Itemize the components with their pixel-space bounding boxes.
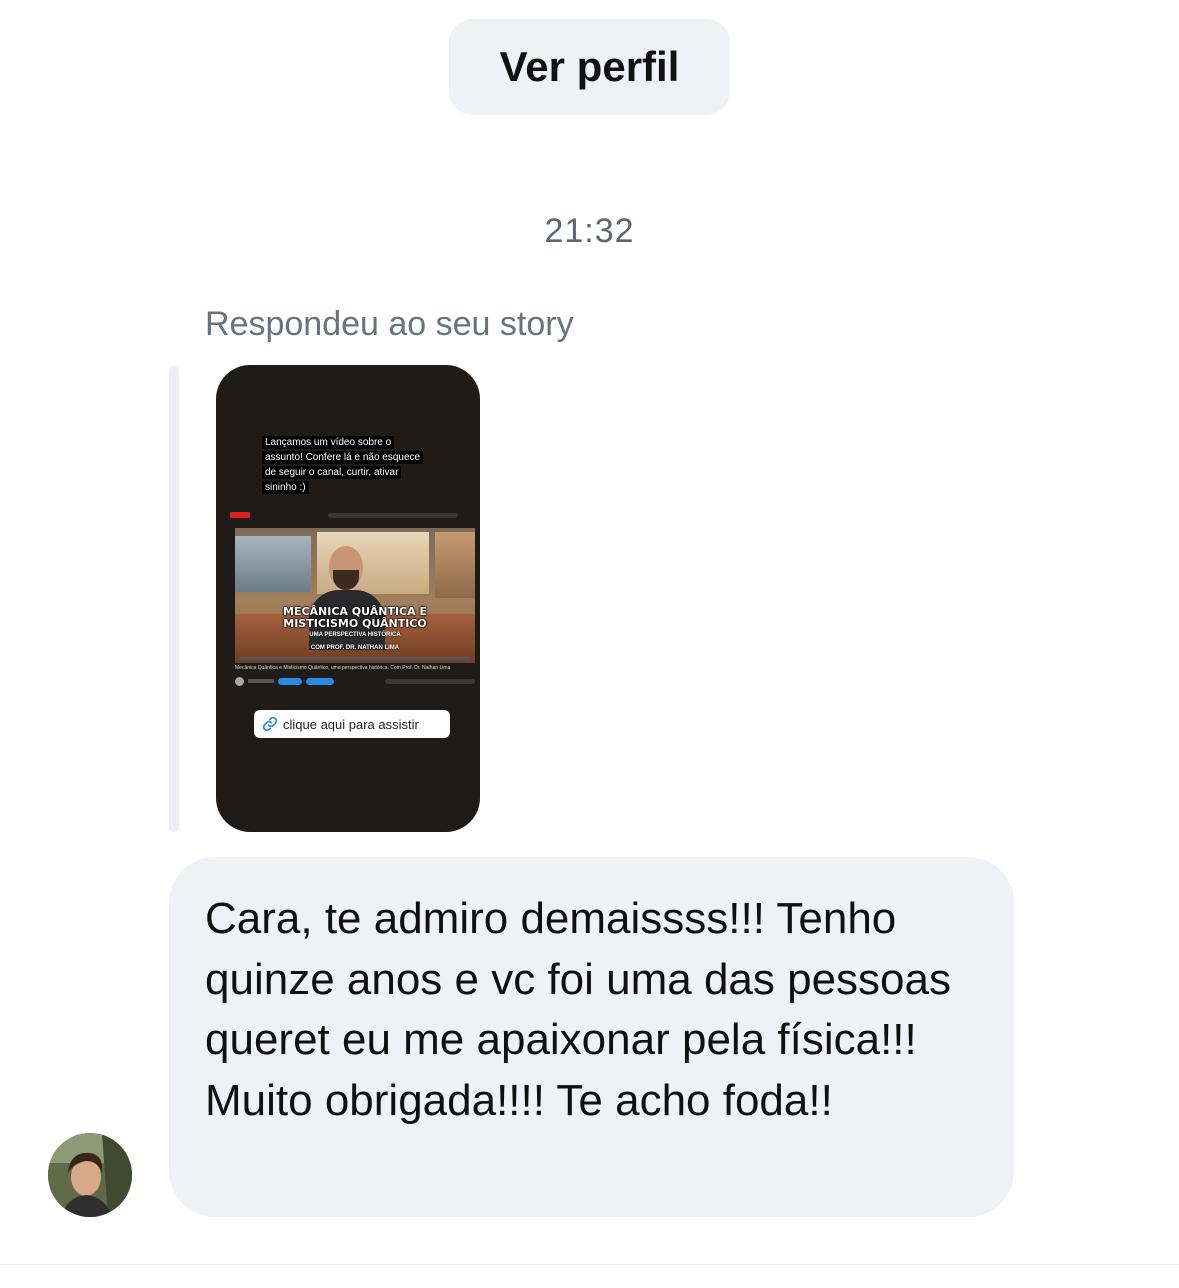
video-subtitle: UMA PERSPECTIVA HISTÓRICA [309,632,401,638]
youtube-header [220,509,476,521]
youtube-logo [230,512,250,518]
sender-avatar[interactable] [48,1133,132,1217]
youtube-search-bar [328,512,458,518]
story-preview[interactable]: Lançamos um vídeo sobre o assunto! Confe… [216,365,480,832]
join-pill [306,677,334,685]
link-icon [262,716,278,732]
channel-avatar [235,676,244,686]
message-timestamp: 21:32 [544,212,635,250]
link-sticker[interactable]: clique aqui para assistir [254,710,450,738]
story-reply-label: Respondeu ao seu story [205,305,574,343]
video-thumbnail: MECÂNICA QUÂNTICA E MISTICISMO QUÂNTICO … [235,528,475,663]
reply-quote-bar [169,366,179,832]
subscribe-pill [278,677,302,685]
view-profile-button[interactable]: Ver perfil [449,19,730,115]
message-text: Cara, te admiro demaissss!!! Tenho quinz… [205,894,952,1125]
video-title: MECÂNICA QUÂNTICA E MISTICISMO QUÂNTICO [283,605,427,630]
video-credit: COM PROF. DR. NATHAN LIMA [310,645,400,651]
youtube-channel-row [235,675,475,687]
link-sticker-label: clique aqui para assistir [283,716,419,732]
message-bubble[interactable]: Cara, te admiro demaissss!!! Tenho quinz… [169,857,1014,1217]
video-meta-title: Mecânica Quântica e Misticismo Quântico,… [235,665,451,671]
story-caption: Lançamos um vídeo sobre o assunto! Confe… [262,435,424,495]
video-progress-bar [239,657,471,660]
divider [0,1264,1179,1265]
